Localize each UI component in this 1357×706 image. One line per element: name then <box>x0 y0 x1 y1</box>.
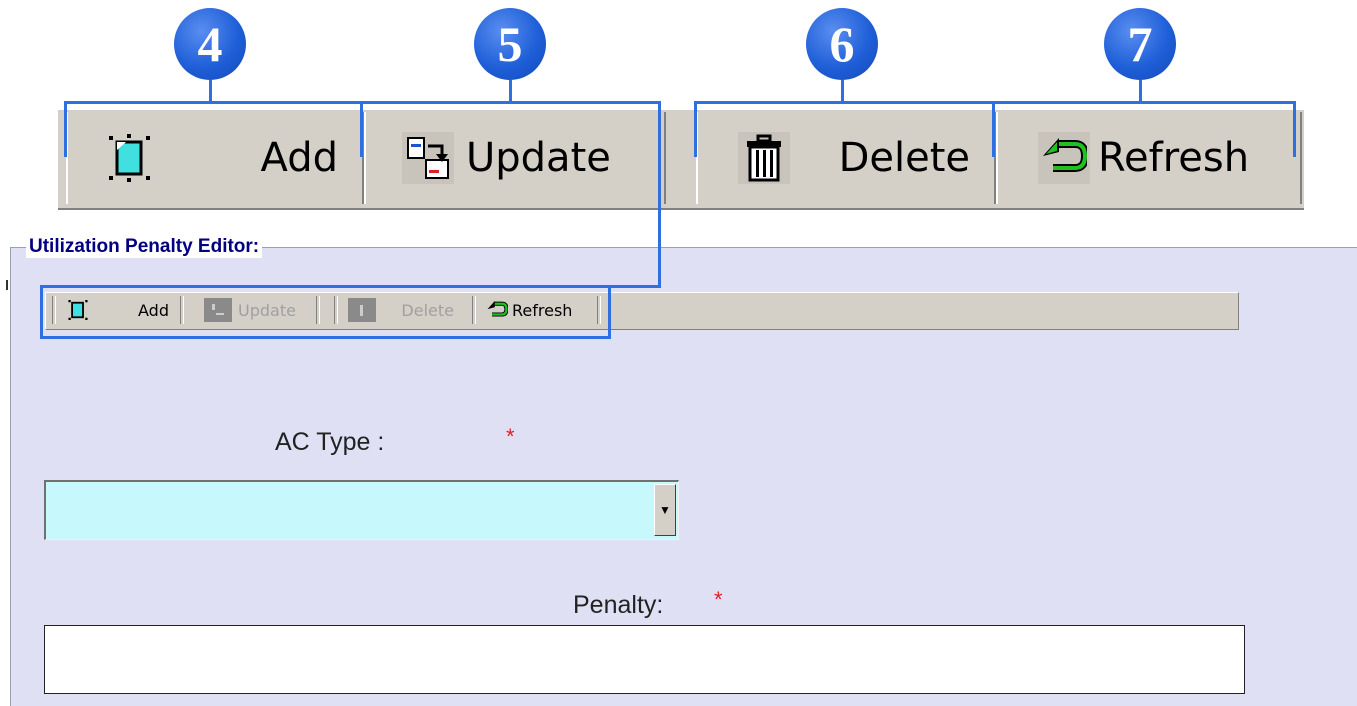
zoomed-refresh-button[interactable]: Refresh <box>996 112 1302 204</box>
callout-line <box>841 80 844 102</box>
panel-left-mark <box>6 280 8 290</box>
bracket-delete <box>694 101 994 104</box>
bracket-update <box>362 101 661 104</box>
zoomed-add-label: Add <box>260 135 338 181</box>
bracket-add-update <box>360 101 363 157</box>
callout-line <box>609 285 661 288</box>
callout-line <box>1139 80 1142 102</box>
callout-badge-4: 4 <box>174 8 246 80</box>
zoomed-add-button[interactable]: Add <box>66 112 364 204</box>
zoomed-update-label: Update <box>466 135 611 181</box>
zoomed-delete-label: Delete <box>838 135 970 181</box>
dropdown-button[interactable]: ▼ <box>654 484 676 536</box>
ac-type-select[interactable]: ▼ <box>44 480 679 540</box>
ac-type-label: AC Type : <box>275 428 385 456</box>
zoomed-update-button[interactable]: Update <box>364 112 666 204</box>
penalty-required-mark: * <box>714 587 723 612</box>
callout-badge-7: 7 <box>1104 8 1176 80</box>
toolbar-highlight <box>40 285 611 339</box>
bracket-add <box>64 101 67 157</box>
zoomed-delete-button[interactable]: Delete <box>696 112 996 204</box>
callout-badge-5: 5 <box>474 8 546 80</box>
callout-line <box>209 80 212 102</box>
trash-icon <box>738 132 790 184</box>
bracket-update <box>658 101 661 157</box>
callout-line <box>658 154 661 288</box>
update-icon <box>402 132 454 184</box>
penalty-label: Penalty: <box>573 591 664 619</box>
callout-line <box>509 80 512 102</box>
bracket-add <box>64 101 362 104</box>
refresh-arrow-icon <box>1038 132 1090 184</box>
bracket-delete-refresh <box>992 101 995 157</box>
editor-title: Utilization Penalty Editor: <box>26 236 263 258</box>
add-document-icon <box>104 132 156 184</box>
bracket-delete <box>694 101 697 157</box>
zoomed-refresh-label: Refresh <box>1098 135 1250 181</box>
bracket-refresh <box>994 101 1296 104</box>
bracket-refresh <box>1293 101 1296 157</box>
callout-badge-6: 6 <box>806 8 878 80</box>
chevron-down-icon: ▼ <box>659 503 671 517</box>
ac-type-required-mark: * <box>506 424 515 449</box>
penalty-input[interactable] <box>44 625 1245 694</box>
